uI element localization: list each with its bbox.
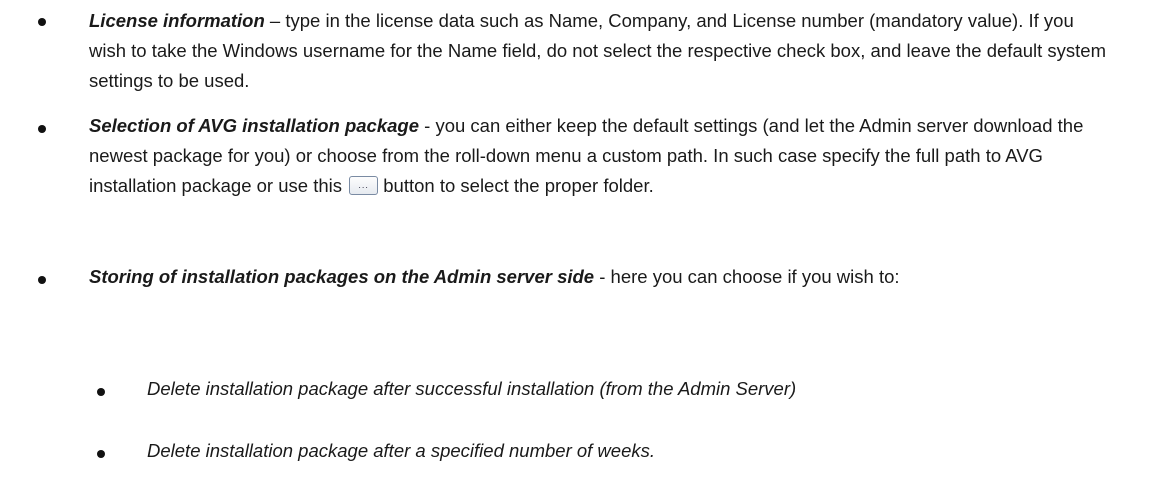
bullet-item-text: Storing of installation packages on the … <box>89 262 1039 292</box>
bullet-icon <box>97 450 105 458</box>
bullet-icon <box>97 388 105 396</box>
term-license-information: License information <box>89 10 265 31</box>
separator: - <box>419 115 436 136</box>
sub-bullet-text: Delete installation package after succes… <box>147 378 797 399</box>
browse-button[interactable]: ... <box>349 176 379 195</box>
description: here you can choose if you wish to: <box>610 266 900 287</box>
browse-button-label: ... <box>358 180 369 190</box>
term-storing-of-packages: Storing of installation packages on the … <box>89 266 595 287</box>
bullet-item-text: License information – type in the licens… <box>89 6 1109 96</box>
description-continued: button to select the proper folder. <box>383 175 654 196</box>
bullet-icon <box>38 18 46 26</box>
separator: – <box>264 10 286 31</box>
separator: - <box>594 266 611 287</box>
bullet-icon <box>38 276 46 284</box>
bullet-item-text: Selection of AVG installation package - … <box>89 111 1109 201</box>
sub-bullet-text: Delete installation package after a spec… <box>147 440 656 461</box>
bullet-icon <box>38 125 46 133</box>
term-selection-of-avg-package: Selection of AVG installation package <box>89 115 419 136</box>
